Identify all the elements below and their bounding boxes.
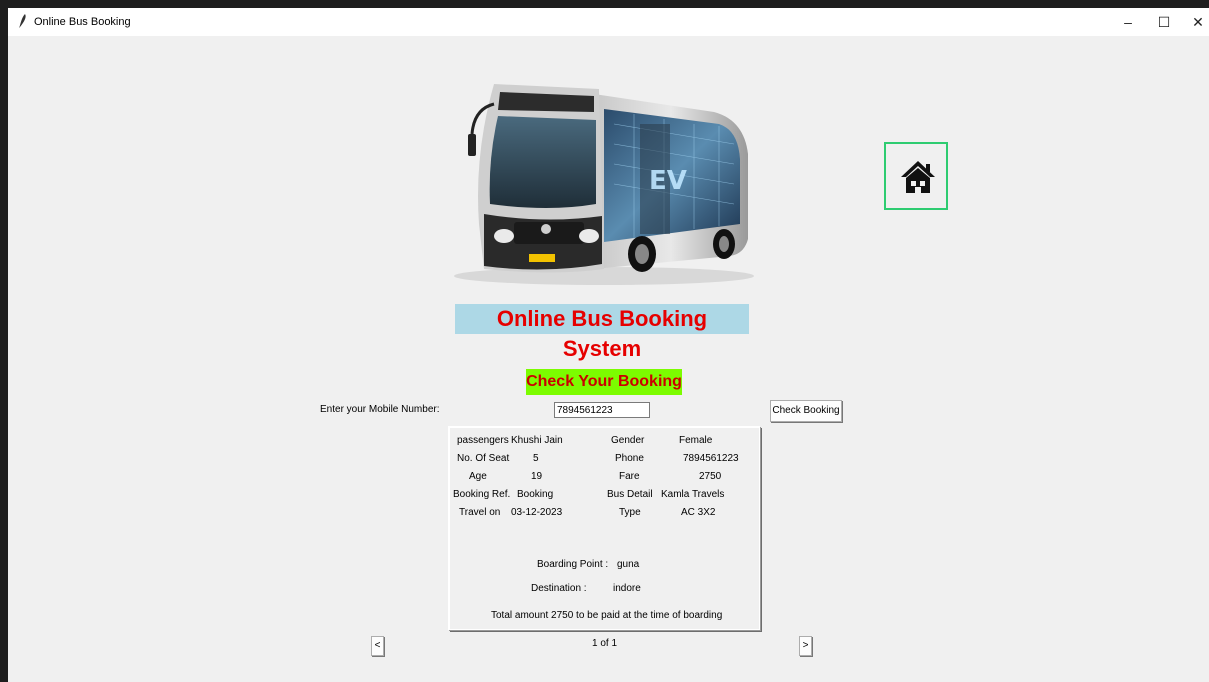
boarding-point-value: guna [617, 559, 640, 570]
destination-value: indore [613, 583, 641, 594]
seats-label: No. Of Seat [457, 453, 510, 464]
total-amount-text: Total amount 2750 to be paid at the time… [491, 610, 723, 621]
feather-icon [19, 14, 26, 28]
age-value: 19 [531, 471, 543, 482]
mobile-number-label: Enter your Mobile Number: [320, 404, 440, 415]
window-title: Online Bus Booking [34, 16, 131, 28]
page-indicator: 1 of 1 [592, 638, 618, 649]
home-icon [901, 161, 935, 193]
prev-page-button[interactable]: < [371, 636, 384, 656]
home-button[interactable] [884, 142, 948, 210]
mobile-number-input[interactable]: 7894561223 [554, 402, 650, 418]
seats-value: 5 [533, 453, 539, 464]
phone-value: 7894561223 [683, 453, 739, 464]
bus-detail-value: Kamla Travels [661, 489, 725, 500]
booking-ref-label: Booking Ref. [453, 489, 511, 500]
passengers-label: passengers [457, 435, 509, 446]
fare-value: 2750 [699, 471, 722, 482]
ev-badge: EV [649, 166, 687, 196]
booking-details-panel: passengers Khushi Jain Gender Female No.… [448, 426, 760, 630]
app-window: Online Bus Booking – ☐ ✕ EV Online Bus B… [8, 8, 1209, 682]
boarding-point-label: Boarding Point : [537, 559, 609, 570]
check-booking-title: Check Your Booking [526, 369, 682, 395]
minimize-button[interactable]: – [1108, 8, 1148, 36]
main-content: EV Online Bus Booking System Check Your … [8, 36, 1209, 682]
close-button[interactable]: ✕ [1178, 8, 1209, 36]
title-bar: Online Bus Booking – ☐ ✕ [8, 8, 1209, 36]
age-label: Age [469, 471, 487, 482]
destination-label: Destination : [531, 583, 587, 594]
booking-ref-value: Booking [517, 489, 554, 500]
gender-label: Gender [611, 435, 645, 446]
passengers-value: Khushi Jain [511, 435, 563, 446]
type-value: AC 3X2 [681, 507, 716, 518]
bus-image: EV [454, 84, 754, 285]
app-title: Online Bus Booking System [455, 304, 749, 361]
next-page-button[interactable]: > [799, 636, 812, 656]
phone-label: Phone [615, 453, 644, 464]
type-label: Type [619, 507, 641, 518]
fare-label: Fare [619, 471, 640, 482]
travel-on-value: 03-12-2023 [511, 507, 563, 518]
bus-detail-label: Bus Detail [607, 489, 653, 500]
travel-on-label: Travel on [459, 507, 501, 518]
gender-value: Female [679, 435, 713, 446]
check-booking-button[interactable]: Check Booking [770, 400, 842, 422]
